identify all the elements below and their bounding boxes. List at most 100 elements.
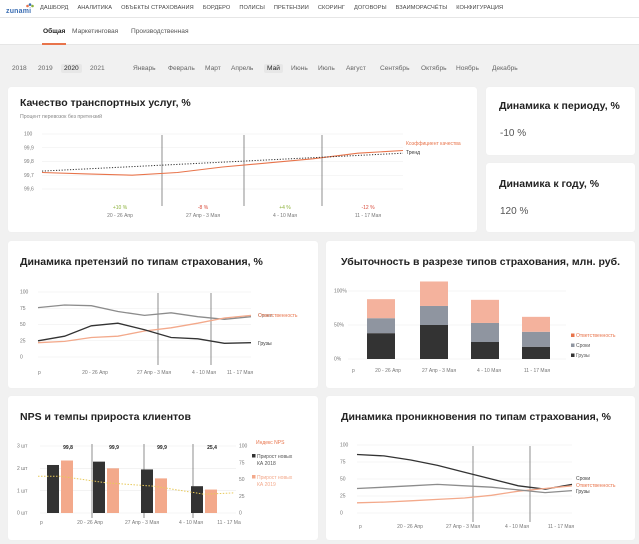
nps-left-ytick: 1 шт bbox=[17, 488, 28, 494]
month-dec[interactable]: Декабрь bbox=[492, 65, 518, 72]
penetration-ytick: 50 bbox=[340, 477, 346, 483]
quality-xtick: 27 Апр - 3 Мая bbox=[186, 213, 220, 219]
claims-ytick: 0 bbox=[20, 355, 23, 361]
claims-ytick: 75 bbox=[20, 306, 26, 312]
month-feb[interactable]: Февраль bbox=[168, 65, 195, 72]
claims-chart: 1007550250СрокиОтветственностьГрузыр 20 -… bbox=[20, 290, 298, 376]
nav-contracts[interactable]: ДОГОВОРЫ bbox=[354, 5, 387, 11]
nav-insurance-objects[interactable]: ОБЪЕКТЫ СТРАХОВАНИЯ bbox=[121, 5, 194, 11]
period-change-label: -12 % bbox=[361, 205, 375, 211]
nps-bar-2018 bbox=[191, 486, 203, 513]
quality-series-line bbox=[41, 149, 404, 176]
nps-legend-label: КА 2018 bbox=[257, 461, 276, 467]
nav-dashboard[interactable]: ДАШБОРД bbox=[40, 5, 68, 11]
year-title: Динамика к году, % bbox=[499, 178, 600, 190]
nav-analytics[interactable]: АНАЛИТИКА bbox=[77, 5, 112, 11]
claims-ytick: 50 bbox=[20, 322, 26, 328]
nps-card: NPS и темпы прироста клиентов 3 шт 2 шт 1 … bbox=[8, 396, 318, 540]
year-2021[interactable]: 2021 bbox=[90, 65, 105, 72]
nps-xtick: 20 - 26 Апр bbox=[77, 520, 103, 526]
month-jul[interactable]: Июль bbox=[318, 65, 335, 72]
sub-nav: Общая Маркетинговая Производственная bbox=[0, 18, 639, 45]
nps-right-ytick: 100 bbox=[239, 444, 248, 450]
nps-xtick: 27 Апр - 3 Мая bbox=[125, 520, 159, 526]
nav-claims[interactable]: ПРЕТЕНЗИИ bbox=[274, 5, 309, 11]
loss-bar-segment bbox=[522, 331, 550, 347]
month-sep[interactable]: Сентябрь bbox=[380, 65, 410, 72]
period-change-label: +10 % bbox=[113, 205, 128, 211]
loss-xtick: 11 - 17 Мая bbox=[524, 368, 551, 374]
nps-bar-label: 99,9 bbox=[157, 445, 167, 451]
nps-legend-label: Прирост новых bbox=[257, 454, 293, 460]
year-value: 120 % bbox=[500, 206, 529, 217]
month-jan[interactable]: Январь bbox=[133, 65, 156, 72]
penetration-xtick: 4 - 10 Мая bbox=[505, 524, 529, 530]
month-oct[interactable]: Октябрь bbox=[421, 65, 447, 72]
period-change-label: -8 % bbox=[198, 205, 209, 211]
month-nov[interactable]: Ноябрь bbox=[456, 65, 479, 72]
penetration-ytick: 0 bbox=[340, 511, 343, 517]
claims-legend-label: Грузы bbox=[258, 341, 272, 347]
nps-bar-label: 25,4 bbox=[207, 445, 217, 451]
loss-bar-segment bbox=[367, 333, 395, 359]
nps-bar-2019 bbox=[107, 468, 119, 513]
quality-xtick: 4 - 10 Мая bbox=[273, 213, 297, 219]
loss-legend-label: Ответственность bbox=[576, 333, 616, 339]
nav-policies[interactable]: ПОЛИСЫ bbox=[239, 5, 265, 11]
month-mar[interactable]: Март bbox=[205, 65, 221, 72]
quality-card: Качество транспортных услуг, % Процент п… bbox=[8, 87, 477, 232]
penetration-ytick: 100 bbox=[340, 443, 349, 449]
loss-ytick: 100% bbox=[334, 289, 347, 295]
claims-card: Динамика претензий по типам страхования,… bbox=[8, 241, 318, 388]
nps-xtick: 11 - 17 Ма bbox=[217, 520, 241, 526]
nav-settlements[interactable]: ВЗАИМОРАСЧЁТЫ bbox=[396, 5, 448, 11]
nav-configuration[interactable]: КОНФИГУРАЦИЯ bbox=[456, 5, 503, 11]
claims-ytick: 25 bbox=[20, 338, 26, 344]
claims-legend-label: Ответственность bbox=[258, 313, 298, 319]
quality-legend-label: Коэффициент качества bbox=[406, 141, 461, 147]
quality-xtick: 20 - 26 Апр bbox=[107, 213, 133, 219]
tab-marketing[interactable]: Маркетинговая bbox=[72, 28, 118, 35]
nps-bar-2019 bbox=[205, 489, 217, 513]
penetration-series-line bbox=[356, 453, 573, 490]
nps-bar-label: 99,8 bbox=[63, 445, 73, 451]
penetration-legend-label: Сроки bbox=[576, 476, 590, 482]
nps-right-ytick: 0 bbox=[239, 511, 242, 517]
year-2018[interactable]: 2018 bbox=[12, 65, 27, 72]
month-jun[interactable]: Июнь bbox=[291, 65, 308, 72]
logo[interactable]: zunami bbox=[4, 2, 34, 16]
claims-xtick: р bbox=[38, 370, 41, 376]
year-2020[interactable]: 2020 bbox=[61, 64, 82, 73]
quality-ytick: 99,9 bbox=[24, 145, 34, 151]
claims-ytick: 100 bbox=[20, 290, 29, 296]
logo-text: zunami bbox=[6, 8, 32, 15]
claims-xtick: 4 - 10 Мая bbox=[192, 370, 216, 376]
month-may[interactable]: Май bbox=[264, 64, 283, 73]
year-card: Динамика к году, % 120 % bbox=[486, 163, 635, 232]
penetration-ytick: 25 bbox=[340, 494, 346, 500]
nps-left-ytick: 2 шт bbox=[17, 466, 28, 472]
loss-bar-segment bbox=[471, 322, 499, 342]
quality-ytick: 100 bbox=[24, 132, 33, 138]
loss-bar-segment bbox=[522, 346, 550, 359]
nps-right-ytick: 50 bbox=[239, 477, 245, 483]
penetration-xtick: р bbox=[359, 524, 362, 530]
loss-xtick: 27 Апр - 3 Мая bbox=[422, 368, 456, 374]
nps-left-ytick: 0 шт bbox=[17, 511, 28, 517]
tab-general[interactable]: Общая bbox=[43, 28, 65, 35]
tab-production[interactable]: Производственная bbox=[131, 28, 189, 35]
nps-chart: 3 шт 2 шт 1 шт 0 шт 100 75 50 25 0 99,8 99,9 99,9 25… bbox=[17, 440, 293, 526]
nav-scoring[interactable]: СКОРИНГ bbox=[318, 5, 345, 11]
nav-bordereau[interactable]: БОРДЕРО bbox=[203, 5, 231, 11]
loss-card: Убыточность в разрезе типов страхования,… bbox=[326, 241, 635, 388]
loss-bar-segment bbox=[471, 299, 499, 323]
year-2019[interactable]: 2019 bbox=[38, 65, 53, 72]
penetration-card: Динамика проникновения по типам страхова… bbox=[326, 396, 635, 540]
month-apr[interactable]: Апрель bbox=[231, 65, 253, 72]
loss-xtick: 20 - 26 Апр bbox=[375, 368, 401, 374]
nps-legend-label: Индекс NPS bbox=[256, 440, 285, 446]
trend-legend-label: Тренд bbox=[406, 150, 420, 156]
penetration-chart: 1007550250СрокиОтветственностьГрузыр 20 -… bbox=[340, 443, 616, 530]
claims-xtick: 11 - 17 Мая bbox=[227, 370, 254, 376]
month-aug[interactable]: Август bbox=[346, 65, 366, 72]
